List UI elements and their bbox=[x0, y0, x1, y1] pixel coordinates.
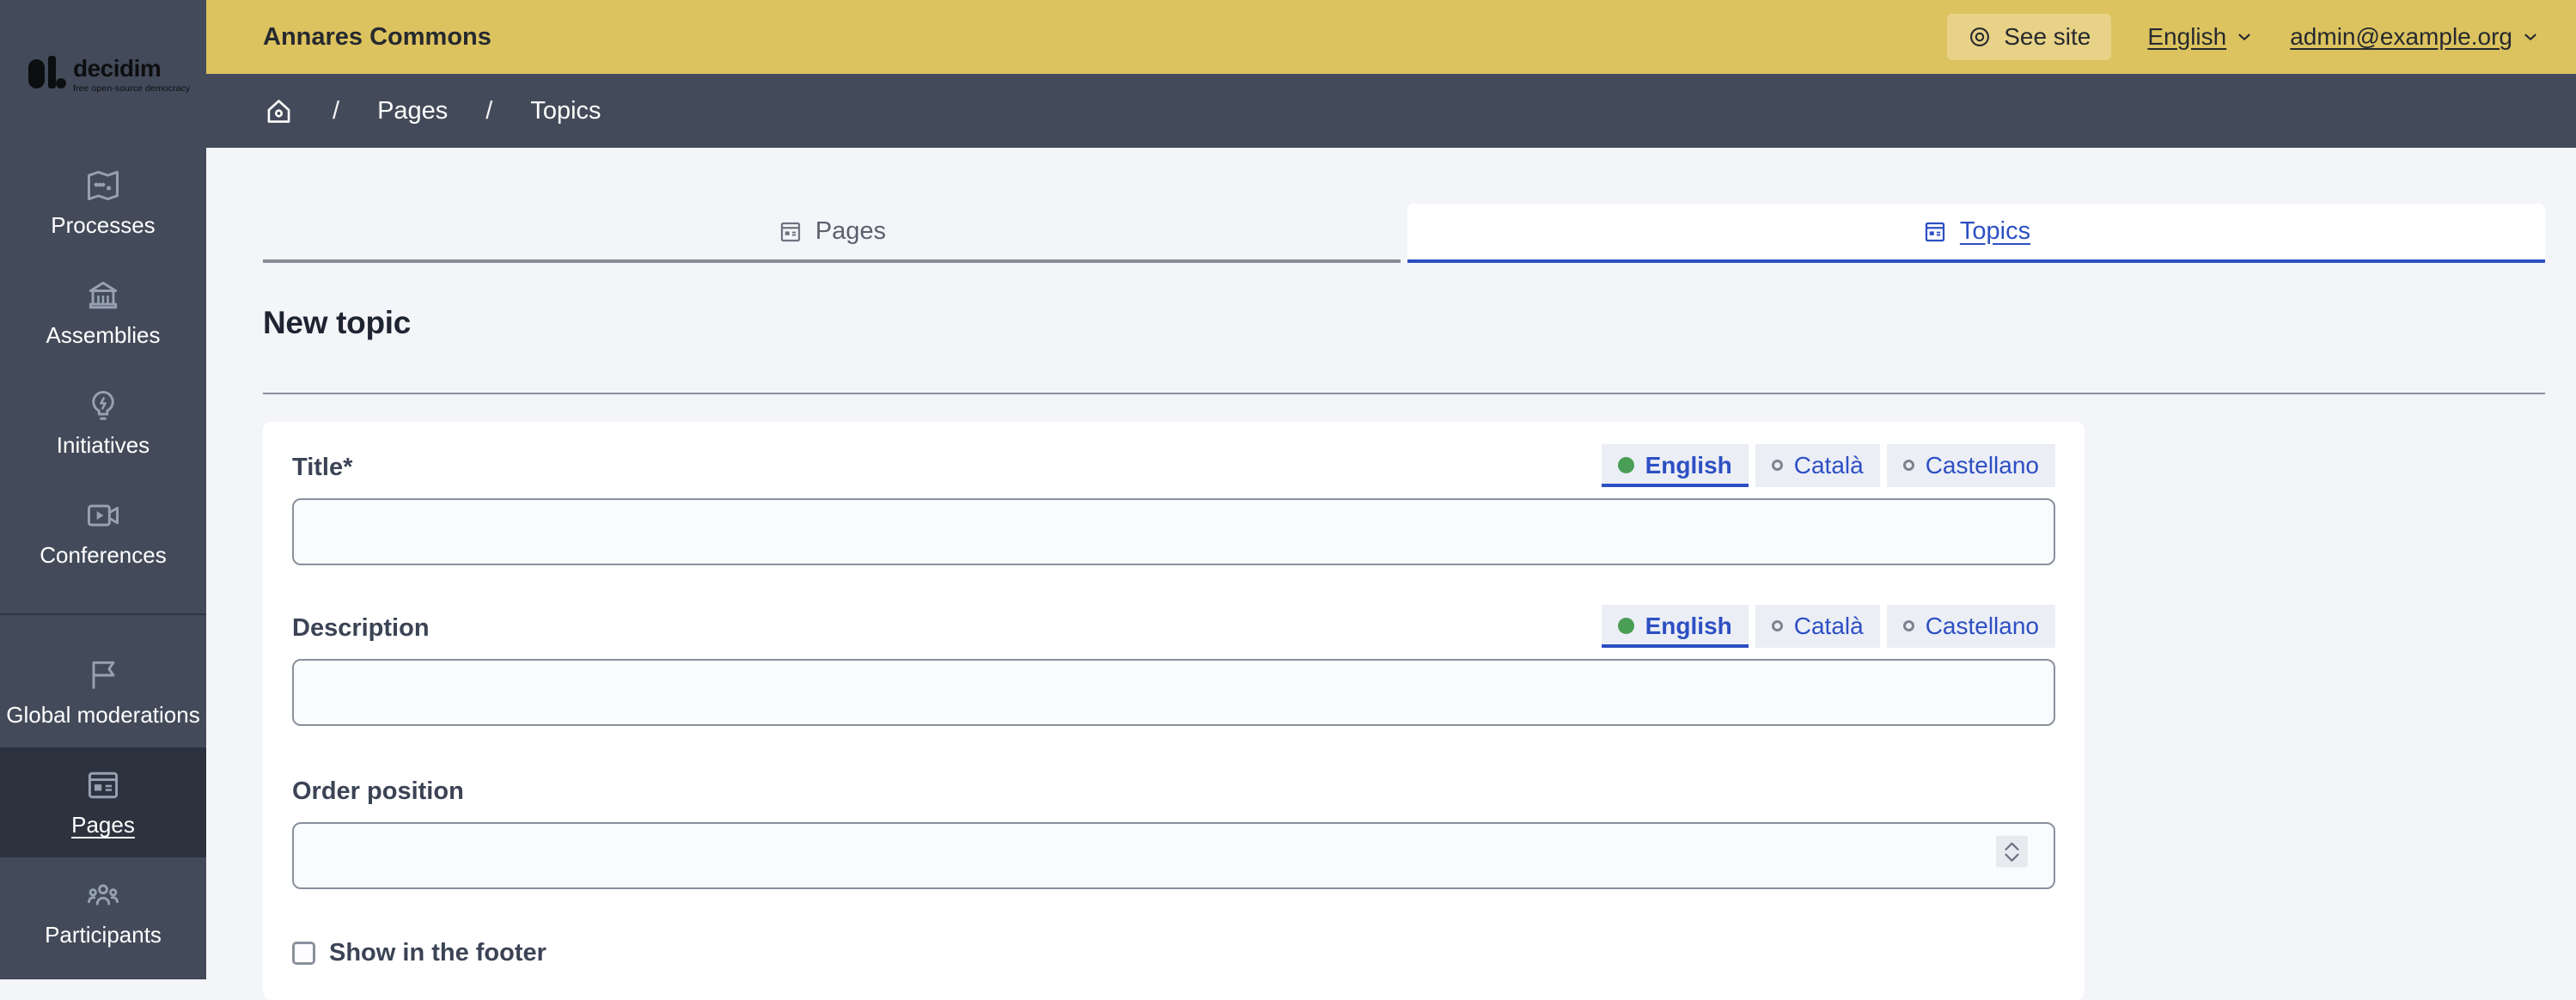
breadcrumb-item-pages[interactable]: Pages bbox=[377, 97, 448, 125]
tab-bar: Pages Topics bbox=[263, 204, 2545, 263]
topbar: Annares Commons See site English admin@e… bbox=[206, 0, 2576, 74]
newspaper-icon bbox=[778, 219, 803, 245]
sidebar-item-assemblies[interactable]: Assemblies bbox=[0, 258, 206, 368]
description-field: Description English Català Castellano bbox=[292, 604, 2055, 730]
chevron-down-icon bbox=[2235, 27, 2254, 46]
breadcrumb: / Pages / Topics bbox=[206, 74, 2576, 148]
language-tab-label: English bbox=[1645, 451, 1732, 479]
see-site-button[interactable]: See site bbox=[1947, 14, 2112, 60]
map-icon bbox=[84, 167, 122, 204]
sidebar-item-label: Initiatives bbox=[56, 432, 150, 458]
sidebar-item-label: Assemblies bbox=[46, 322, 161, 348]
radio-selected-icon bbox=[1617, 618, 1634, 635]
language-tab-label: Castellano bbox=[1925, 612, 2039, 639]
page-title: New topic bbox=[263, 305, 412, 340]
team-icon bbox=[84, 876, 122, 914]
language-tab-castellano[interactable]: Castellano bbox=[1886, 443, 2055, 487]
language-tab-label: Català bbox=[1793, 451, 1864, 479]
title-input[interactable] bbox=[292, 497, 2055, 565]
order-position-field: Order position bbox=[292, 770, 2055, 889]
radio-unselected-icon bbox=[1902, 460, 1914, 472]
sidebar-item-processes[interactable]: Processes bbox=[0, 148, 206, 258]
newspaper-icon bbox=[1922, 219, 1948, 245]
see-site-label: See site bbox=[2004, 23, 2091, 50]
sidebar-item-pages[interactable]: Pages bbox=[0, 747, 206, 857]
title-label: Title* bbox=[292, 453, 353, 481]
order-position-label: Order position bbox=[292, 777, 464, 805]
tab-label: Topics bbox=[1959, 217, 2031, 245]
breadcrumb-separator: / bbox=[485, 96, 493, 125]
sidebar-item-label: Global moderations bbox=[6, 702, 200, 728]
heading-divider bbox=[263, 392, 2545, 394]
language-dropdown-label: English bbox=[2147, 23, 2227, 50]
user-menu-dropdown[interactable]: admin@example.org bbox=[2290, 23, 2540, 51]
sidebar-item-label: Participants bbox=[45, 922, 162, 948]
radio-unselected-icon bbox=[1902, 620, 1914, 632]
order-position-input[interactable] bbox=[292, 821, 2055, 889]
home-gear-icon[interactable] bbox=[263, 95, 295, 127]
sidebar-menu: Processes Assemblies Initiatives Confere… bbox=[0, 148, 206, 967]
stepper-up-icon bbox=[2005, 842, 2019, 851]
breadcrumb-item-topics[interactable]: Topics bbox=[530, 97, 601, 125]
language-tab-english[interactable]: English bbox=[1601, 443, 1749, 487]
content-area: Pages Topics New topic Title* English Ca… bbox=[206, 148, 2576, 1000]
show-in-footer-row: Show in the footer bbox=[292, 939, 2055, 967]
tab-topics[interactable]: Topics bbox=[1407, 204, 2545, 263]
sidebar-item-label: Conferences bbox=[40, 542, 167, 568]
tab-label: Pages bbox=[815, 217, 887, 245]
description-input[interactable] bbox=[292, 658, 2055, 726]
number-stepper[interactable] bbox=[1996, 836, 2028, 869]
language-tab-catala[interactable]: Català bbox=[1755, 604, 1880, 648]
language-tab-label: English bbox=[1645, 612, 1732, 639]
title-field: Title* English Català Castellano bbox=[292, 443, 2055, 565]
organization-title: Annares Commons bbox=[263, 22, 491, 51]
footer-checkbox-label: Show in the footer bbox=[329, 938, 546, 966]
lightbulb-icon bbox=[84, 387, 122, 424]
bank-icon bbox=[84, 277, 122, 314]
flag-icon bbox=[84, 656, 122, 694]
radio-unselected-icon bbox=[1771, 620, 1783, 632]
decidim-logo-name: decidim bbox=[73, 55, 162, 82]
sidebar-item-label: Pages bbox=[71, 812, 135, 838]
description-language-tabs: English Català Castellano bbox=[1601, 604, 2055, 648]
sidebar-divider bbox=[0, 613, 206, 615]
stepper-down-icon bbox=[2005, 853, 2019, 862]
sidebar-item-label: Processes bbox=[51, 212, 156, 238]
language-tab-english[interactable]: English bbox=[1601, 604, 1749, 648]
admin-sidebar: decidim free open-source democracy Proce… bbox=[0, 0, 206, 979]
new-topic-form-card: Title* English Català Castellano Descrip… bbox=[263, 421, 2085, 1000]
decidim-logo-mark-icon bbox=[27, 54, 66, 94]
language-dropdown[interactable]: English bbox=[2147, 23, 2254, 51]
decidim-logo-tagline: free open-source democracy bbox=[73, 83, 191, 94]
breadcrumb-separator: / bbox=[333, 96, 340, 125]
user-email-label: admin@example.org bbox=[2290, 23, 2512, 50]
radio-selected-icon bbox=[1617, 457, 1634, 474]
language-tab-label: Català bbox=[1793, 612, 1864, 639]
language-tab-castellano[interactable]: Castellano bbox=[1886, 604, 2055, 648]
sidebar-item-participants[interactable]: Participants bbox=[0, 857, 206, 967]
decidim-logo[interactable]: decidim free open-source democracy bbox=[0, 0, 206, 148]
sidebar-item-global-moderations[interactable]: Global moderations bbox=[0, 637, 206, 747]
title-language-tabs: English Català Castellano bbox=[1601, 443, 2055, 487]
language-tab-catala[interactable]: Català bbox=[1755, 443, 1880, 487]
footer-checkbox[interactable] bbox=[292, 941, 315, 965]
chevron-down-icon bbox=[2521, 27, 2540, 46]
radio-unselected-icon bbox=[1771, 460, 1783, 472]
main-column: Annares Commons See site English admin@e… bbox=[206, 0, 2576, 1000]
newspaper-icon bbox=[84, 766, 122, 804]
target-icon bbox=[1968, 25, 1992, 49]
tab-pages[interactable]: Pages bbox=[263, 204, 1401, 263]
language-tab-label: Castellano bbox=[1925, 451, 2039, 479]
description-label: Description bbox=[292, 613, 430, 642]
video-icon bbox=[84, 497, 122, 534]
sidebar-item-initiatives[interactable]: Initiatives bbox=[0, 368, 206, 478]
sidebar-item-conferences[interactable]: Conferences bbox=[0, 478, 206, 588]
